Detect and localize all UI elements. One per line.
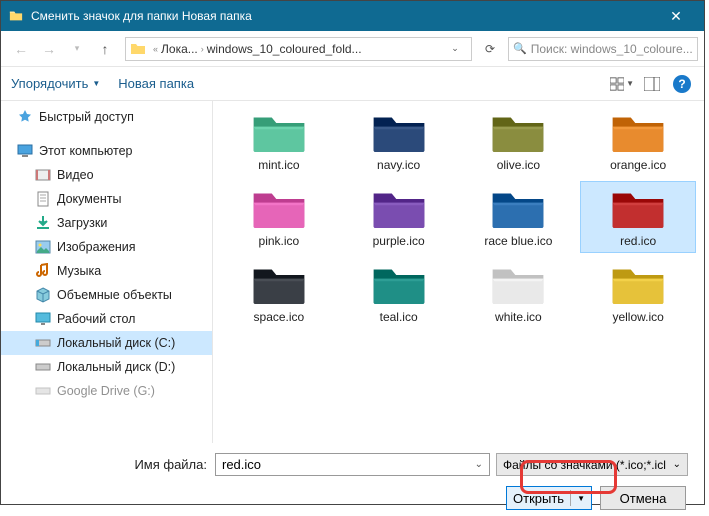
- file-item[interactable]: white.ico: [461, 257, 577, 329]
- dialog-footer: Имя файла: red.ico ⌄ Файлы со значками (…: [1, 443, 704, 516]
- file-label: mint.ico: [258, 158, 299, 172]
- file-label: race blue.ico: [484, 234, 552, 248]
- sidebar-item-music[interactable]: Музыка: [1, 259, 212, 283]
- sidebar-item-3d-objects[interactable]: Объемные объекты: [1, 283, 212, 307]
- file-label: yellow.ico: [612, 310, 663, 324]
- file-label: white.ico: [495, 310, 542, 324]
- video-icon: [35, 167, 51, 183]
- sidebar-item-documents[interactable]: Документы: [1, 187, 212, 211]
- sidebar-item-drive-c[interactable]: Локальный диск (C:): [1, 331, 212, 355]
- search-input[interactable]: 🔍 Поиск: windows_10_coloure...: [508, 37, 698, 61]
- nav-back-button[interactable]: ←: [7, 35, 35, 63]
- computer-icon: [17, 143, 33, 159]
- file-item[interactable]: space.ico: [221, 257, 337, 329]
- sidebar: Быстрый доступ Этот компьютер Видео Доку…: [1, 101, 213, 443]
- view-mode-button[interactable]: ▼: [610, 72, 634, 96]
- preview-pane-button[interactable]: [640, 72, 664, 96]
- folder-icon: [609, 262, 667, 306]
- file-label: purple.ico: [373, 234, 425, 248]
- file-item[interactable]: orange.ico: [580, 105, 696, 177]
- nav-recent-button[interactable]: ▾: [63, 35, 91, 63]
- breadcrumb-sep: «: [153, 44, 158, 54]
- folder-icon: [609, 110, 667, 154]
- folder-icon: [250, 262, 308, 306]
- folder-icon: [9, 9, 23, 23]
- sidebar-this-pc[interactable]: Этот компьютер: [1, 139, 212, 163]
- file-label: space.ico: [254, 310, 305, 324]
- drive-icon: [35, 359, 51, 375]
- organize-menu[interactable]: Упорядочить▼: [11, 76, 100, 91]
- close-button[interactable]: ✕: [656, 1, 696, 31]
- folder-icon: [609, 186, 667, 230]
- file-label: orange.ico: [610, 158, 666, 172]
- file-label: red.ico: [620, 234, 656, 248]
- file-item[interactable]: red.ico: [580, 181, 696, 253]
- file-item[interactable]: pink.ico: [221, 181, 337, 253]
- sidebar-item-desktop[interactable]: Рабочий стол: [1, 307, 212, 331]
- sidebar-item-google-drive[interactable]: Google Drive (G:): [1, 379, 212, 403]
- download-icon: [35, 215, 51, 231]
- window-title: Сменить значок для папки Новая папка: [31, 9, 656, 23]
- file-list: mint.ico navy.ico olive.ico orange.: [213, 101, 704, 443]
- folder-icon: [489, 262, 547, 306]
- file-label: navy.ico: [377, 158, 420, 172]
- nav-forward-button[interactable]: →: [35, 35, 63, 63]
- toolbar: Упорядочить▼ Новая папка ▼ ?: [1, 67, 704, 101]
- folder-icon: [250, 110, 308, 154]
- refresh-button[interactable]: ⟳: [478, 37, 502, 61]
- folder-icon: [489, 110, 547, 154]
- file-item[interactable]: olive.ico: [461, 105, 577, 177]
- folder-icon: [370, 110, 428, 154]
- folder-icon: [130, 41, 146, 57]
- chevron-right-icon: ›: [201, 44, 204, 54]
- breadcrumb[interactable]: windows_10_coloured_fold...: [207, 42, 362, 56]
- file-item[interactable]: navy.ico: [341, 105, 457, 177]
- file-label: olive.ico: [497, 158, 540, 172]
- nav-up-button[interactable]: ↑: [91, 35, 119, 63]
- file-item[interactable]: purple.ico: [341, 181, 457, 253]
- file-label: teal.ico: [380, 310, 418, 324]
- titlebar: Сменить значок для папки Новая папка ✕: [1, 1, 704, 31]
- chevron-down-icon[interactable]: ▼: [577, 494, 585, 503]
- search-placeholder: Поиск: windows_10_coloure...: [531, 42, 693, 56]
- picture-icon: [35, 239, 51, 255]
- chevron-down-icon[interactable]: ⌄: [443, 37, 467, 61]
- cube-icon: [35, 287, 51, 303]
- chevron-down-icon: ⌄: [673, 459, 681, 470]
- star-icon: [17, 109, 33, 125]
- music-icon: [35, 263, 51, 279]
- address-bar[interactable]: « Лока... › windows_10_coloured_fold... …: [125, 37, 472, 61]
- folder-icon: [370, 262, 428, 306]
- folder-icon: [250, 186, 308, 230]
- sidebar-item-drive-d[interactable]: Локальный диск (D:): [1, 355, 212, 379]
- sidebar-item-videos[interactable]: Видео: [1, 163, 212, 187]
- breadcrumb[interactable]: Лока...: [161, 42, 198, 56]
- file-item[interactable]: yellow.ico: [580, 257, 696, 329]
- filename-label: Имя файла:: [17, 457, 215, 472]
- folder-icon: [489, 186, 547, 230]
- filename-input[interactable]: red.ico ⌄: [215, 453, 490, 476]
- file-item[interactable]: race blue.ico: [461, 181, 577, 253]
- open-button[interactable]: Открыть ▼: [506, 486, 592, 510]
- filetype-dropdown[interactable]: Файлы со значками (*.ico;*.icl ⌄: [496, 453, 688, 476]
- new-folder-button[interactable]: Новая папка: [118, 76, 194, 91]
- file-label: pink.ico: [259, 234, 300, 248]
- search-icon: 🔍: [513, 42, 527, 55]
- drive-icon: [35, 383, 51, 399]
- chevron-down-icon[interactable]: ⌄: [475, 459, 483, 470]
- sidebar-quick-access[interactable]: Быстрый доступ: [1, 105, 212, 129]
- sidebar-item-downloads[interactable]: Загрузки: [1, 211, 212, 235]
- file-item[interactable]: mint.ico: [221, 105, 337, 177]
- folder-icon: [370, 186, 428, 230]
- desktop-icon: [35, 311, 51, 327]
- sidebar-item-pictures[interactable]: Изображения: [1, 235, 212, 259]
- help-button[interactable]: ?: [670, 72, 694, 96]
- drive-icon: [35, 335, 51, 351]
- cancel-button[interactable]: Отмена: [600, 486, 686, 510]
- nav-bar: ← → ▾ ↑ « Лока... › windows_10_coloured_…: [1, 31, 704, 67]
- file-item[interactable]: teal.ico: [341, 257, 457, 329]
- document-icon: [35, 191, 51, 207]
